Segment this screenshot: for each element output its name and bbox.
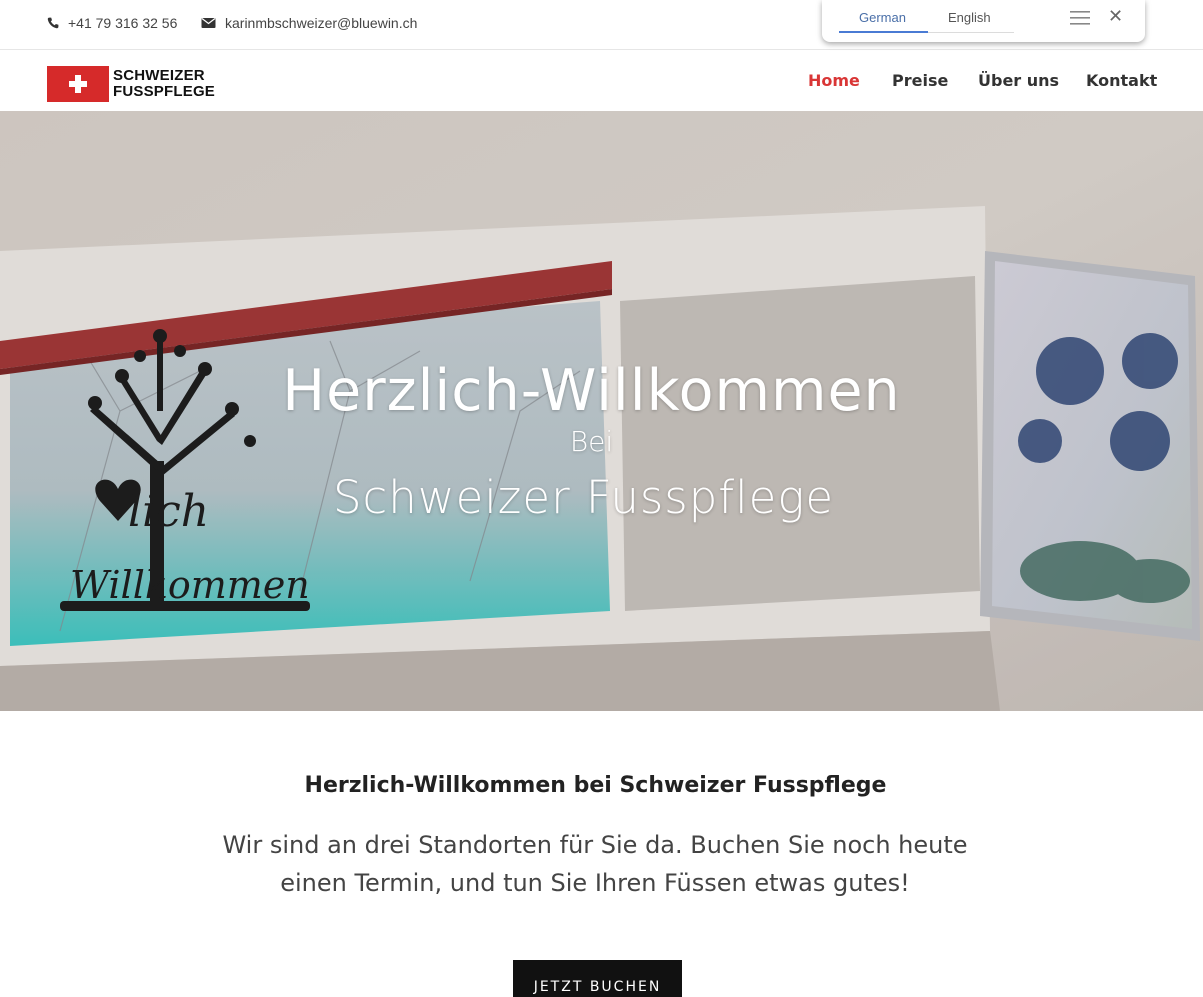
active-language-indicator [839,31,928,33]
nav-item-preise[interactable]: Preise [892,71,948,90]
hero-subheading-bei: Bei [569,425,614,458]
hamburger-icon[interactable] [1069,9,1091,27]
language-tab-divider [928,32,1014,33]
language-english-tab[interactable]: English [948,10,991,25]
hero-heading: Herzlich-Willkommen [282,358,901,424]
intro-heading: Herzlich-Willkommen bei Schweizer Fusspf… [304,773,887,798]
main-navigation: SCHWEIZER FUSSPFLEGE Home Preise Über un… [0,51,1203,111]
logo-line-1: SCHWEIZER [113,67,205,84]
book-now-button[interactable]: JETZT BUCHEN [513,960,682,997]
phone-contact[interactable]: +41 79 316 32 56 [47,15,177,31]
envelope-icon [201,18,216,28]
email-address: karinmbschweizer@bluewin.ch [225,15,418,31]
phone-number: +41 79 316 32 56 [68,15,178,31]
hero-subheading-name: Schweizer Fusspflege [332,471,835,524]
logo-line-2: FUSSPFLEGE [113,83,216,100]
nav-item-ueber-uns[interactable]: Über uns [978,71,1059,90]
nav-item-home[interactable]: Home [808,71,860,90]
intro-text: Wir sind an drei Standorten für Sie da. … [222,831,968,897]
translate-widget: German English ✕ [822,0,1145,42]
language-german-tab[interactable]: German [859,10,906,25]
logo-text: SCHWEIZER FUSSPFLEGE [113,68,215,100]
email-contact[interactable]: karinmbschweizer@bluewin.ch [201,15,417,31]
phone-icon [47,17,59,29]
top-contact-bar: +41 79 316 32 56 karinmbschweizer@bluewi… [0,0,1203,50]
site-logo[interactable]: SCHWEIZER FUSSPFLEGE [47,66,219,102]
hero-banner: Willkommen lich Herzlich-Willkommen Bei … [0,111,1203,711]
close-icon[interactable]: ✕ [1108,8,1123,28]
nav-item-kontakt[interactable]: Kontakt [1086,71,1157,90]
swiss-flag-icon [47,66,109,102]
